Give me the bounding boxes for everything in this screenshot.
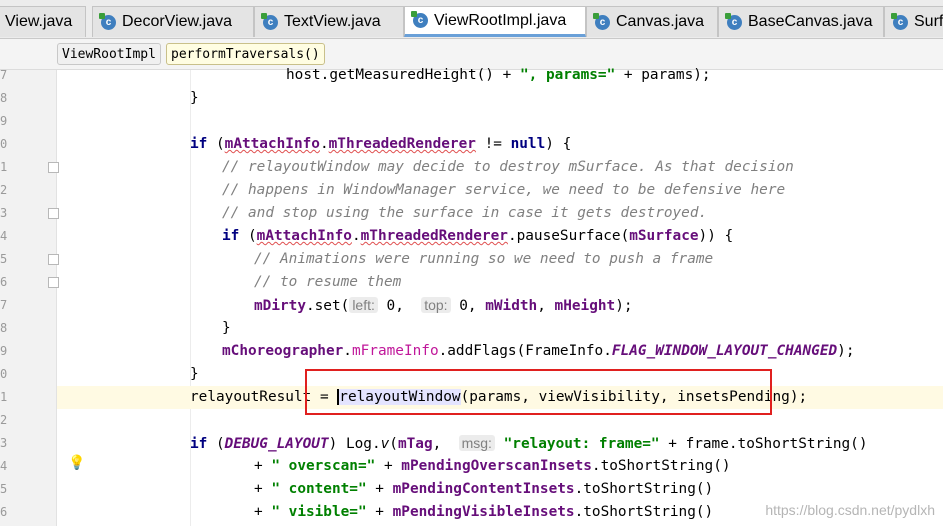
code-line: if (mAttachInfo.mThreadedRenderer != nul… [190,136,572,152]
line-number: 7 [0,298,8,312]
tab-label: DecorView.java [122,13,232,30]
line-number: 4 [0,229,8,243]
tab-view-java[interactable]: View.java [0,6,86,37]
breadcrumb-class-label: ViewRootImpl [62,46,156,62]
code-comment: // and stop using the surface in case it… [222,205,708,221]
java-class-icon: c [411,11,428,28]
line-number: 2 [0,183,8,197]
watermark: https://blog.csdn.net/pydlxh [765,502,935,518]
editor-gutter[interactable]: 7 8 9 0 1 2 3 4 5 6 7 8 9 0 1 2 3 4 5 6 [0,68,59,526]
java-class-icon: c [725,12,742,30]
line-number: 0 [0,137,8,151]
code-line: + " overscan=" + mPendingOverscanInsets.… [254,458,731,474]
line-number: 2 [0,413,8,427]
tab-label: Canvas.java [616,13,705,30]
java-class-icon: c [261,12,278,30]
tab-textview-java[interactable]: c TextView.java [254,6,404,37]
breadcrumb-method-label: performTraversals() [171,46,320,62]
breadcrumb-class[interactable]: ViewRootImpl [57,43,161,65]
line-number: 3 [0,436,8,450]
line-number: 9 [0,114,8,128]
selected-identifier: relayoutWindow [337,389,461,405]
intention-bulb-icon[interactable]: 💡 [68,455,85,471]
java-class-icon: c [593,12,610,30]
code-line: if (mAttachInfo.mThreadedRenderer.pauseS… [222,228,734,244]
java-class-icon: c [891,12,908,30]
param-hint-top: top: [421,297,451,313]
current-code-line: relayoutResult = relayoutWindow(params, … [57,386,943,409]
code-line: if (DEBUG_LAYOUT) Log.v(mTag, msg: "rela… [190,435,868,452]
code-comment: // Animations were running so we need to… [254,251,714,267]
code-line: + " content=" + mPendingContentInsets.to… [254,481,714,497]
tab-label: ViewRootImpl.java [434,11,567,29]
tab-label: BaseCanvas.java [748,13,873,30]
line-number: 8 [0,321,8,335]
tab-label: View.java [5,13,73,30]
param-hint-left: left: [349,297,378,313]
tab-surface-java[interactable]: c Surf [884,6,943,37]
line-number: 3 [0,206,8,220]
tab-canvas-java[interactable]: c Canvas.java [586,6,718,37]
code-line: host.getMeasuredHeight() + ", params=" +… [286,67,711,83]
line-number: 6 [0,505,8,519]
code-line: mChoreographer.mFrameInfo.addFlags(Frame… [222,343,855,359]
line-number: 1 [0,390,8,404]
line-number: 8 [0,91,8,105]
code-comment: // happens in WindowManager service, we … [222,182,786,198]
code-line: } [222,320,231,336]
tab-label: TextView.java [284,13,381,30]
tab-label: Surf [914,13,943,30]
code-line: } [190,366,199,382]
code-editor[interactable]: host.getMeasuredHeight() + ", params=" +… [57,67,943,526]
tab-viewrootimpl-java[interactable]: c ViewRootImpl.java [404,6,586,37]
breadcrumb-method[interactable]: performTraversals() [166,43,325,65]
tab-basecanvas-java[interactable]: c BaseCanvas.java [718,6,884,37]
editor-tab-bar: View.java c DecorView.java c TextView.ja… [0,0,943,39]
line-number: 5 [0,252,8,266]
line-number: 7 [0,68,8,82]
line-number: 5 [0,482,8,496]
line-number: 6 [0,275,8,289]
param-hint-msg: msg: [458,435,495,451]
java-class-icon: c [99,12,116,30]
tab-decorview-java[interactable]: c DecorView.java [92,6,254,37]
line-number: 4 [0,459,8,473]
code-comment: // relayoutWindow may decide to destroy … [222,159,794,175]
line-number: 9 [0,344,8,358]
line-number: 0 [0,367,8,381]
code-line: mDirty.set(left: 0, top: 0, mWidth, mHei… [254,297,633,314]
code-line: } [190,90,199,106]
code-comment: // to resume them [254,274,402,290]
line-number: 1 [0,160,8,174]
